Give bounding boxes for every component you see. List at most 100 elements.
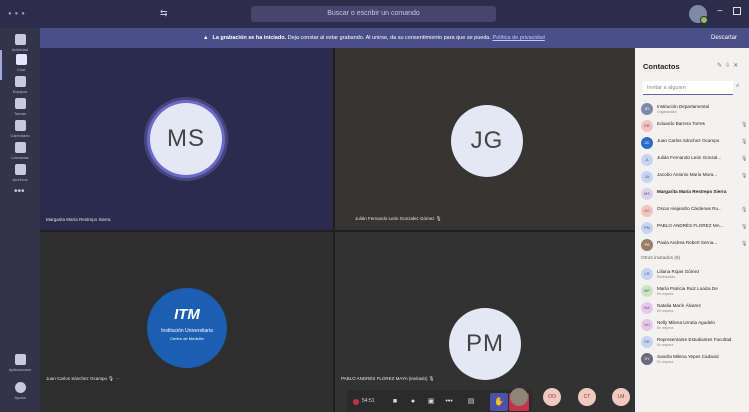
tasks-icon — [14, 98, 26, 109]
search-input[interactable]: Buscar o escribir un comando — [251, 6, 496, 22]
list-item[interactable]: NA Natalia Marín Álvarez En espera — [635, 299, 749, 316]
compose-icon[interactable]: ⇆ — [160, 8, 168, 19]
privacy-link[interactable]: Política de privacidad — [493, 35, 545, 41]
rail-item-help[interactable]: Ayuda — [0, 378, 40, 408]
list-item[interactable]: ID Institución Departamental Organizador — [635, 100, 749, 117]
minimize-icon[interactable]: − — [717, 6, 723, 17]
recording-banner: ▲ La grabación se ha iniciado. Deja const… — [40, 28, 749, 48]
participant-name: Juan Carlos Sánchez Ocampo 🎙 ··· — [46, 376, 120, 381]
list-item[interactable]: NU Nelly Milena Urrutia Agudelo En esper… — [635, 316, 749, 333]
mic-muted-icon: 🎙 — [741, 122, 748, 128]
bell-icon — [14, 34, 26, 45]
calendar-icon — [14, 120, 26, 131]
list-item[interactable]: JL Julián Fernando León Gonzal... 🎙 — [635, 151, 749, 168]
list-item[interactable]: RE Representante Estudiantes Facultad En… — [635, 333, 749, 350]
list-item[interactable]: JC Juan Carlos Sánchez Ocampo 🎙 — [635, 134, 749, 151]
chat-icon[interactable]: ▤ — [465, 396, 477, 408]
meeting-stage: MS Margarita María Restrepo Sierra JG Ju… — [40, 48, 635, 412]
teams-icon — [14, 76, 26, 87]
add-person-icon[interactable]: ⌕ — [736, 83, 739, 90]
title-bar: ●●● ⇆ Buscar o escribir un comando − — [0, 0, 749, 28]
overflow-avatar[interactable]: OO — [543, 388, 561, 406]
avatar: JL — [641, 154, 653, 166]
list-item[interactable]: LR Liliana Rojas Gómez Rechazado — [635, 265, 749, 282]
avatar: RE — [641, 336, 653, 348]
list-item[interactable]: OC Oscar Alejandro Cárdenas Ru... 🎙 — [635, 202, 749, 219]
avatar: JC — [641, 137, 653, 149]
participant-avatar: JG — [451, 105, 523, 177]
list-item[interactable]: MP María Patricia Ruiz Loaiza De En espe… — [635, 282, 749, 299]
more-actions-icon[interactable]: ••• — [443, 396, 455, 408]
list-item[interactable]: PA Paula Andrea Robert Serna... 🎙 — [635, 236, 749, 253]
panel-actions: ✎⇩✕ — [717, 62, 741, 69]
share-icon[interactable]: ▣ — [425, 396, 437, 408]
camera-icon[interactable]: ■ — [389, 396, 401, 408]
more-icon[interactable]: ··· — [115, 376, 120, 381]
avatar: NA — [641, 302, 653, 314]
avatar: LR — [641, 268, 653, 280]
teams-window: ●●● ⇆ Buscar o escribir un comando − Act… — [0, 0, 749, 412]
contacts-panel: Contactos ✎⇩✕ Invitar a alguien ⌕ ID Ins… — [635, 48, 749, 412]
overflow-avatar[interactable] — [510, 388, 528, 406]
mic-muted-icon: 🎙 — [741, 241, 748, 247]
participant-tile[interactable]: MS Margarita María Restrepo Sierra — [40, 48, 333, 230]
avatar: MP — [641, 285, 653, 297]
participant-name: Julián Fernando León Gonzalez Gómez 🎙 — [355, 216, 442, 221]
avatar: NU — [641, 319, 653, 331]
recording-icon — [353, 399, 359, 405]
warning-icon: ▲ — [203, 35, 209, 41]
maximize-icon[interactable] — [733, 7, 741, 15]
link-icon[interactable]: ✎ — [717, 63, 725, 69]
avatar: JA — [641, 171, 653, 183]
files-icon — [14, 164, 26, 175]
app-rail: Actividad Chat Equipos Tareas Calendario… — [0, 28, 40, 412]
avatar: EB — [641, 120, 653, 132]
avatar: PM — [641, 222, 653, 234]
participant-list: ID Institución Departamental Organizador… — [635, 100, 749, 367]
avatar: MS — [641, 188, 653, 200]
mic-muted-icon: 🎙 — [741, 224, 748, 230]
mic-muted-icon: 🎙 — [435, 216, 442, 221]
more-apps-icon[interactable]: ••• — [14, 186, 25, 197]
list-item[interactable]: SY Sandra Milena Yepes Cadavid En espera — [635, 350, 749, 367]
participant-name: Margarita María Restrepo Sierra — [46, 217, 111, 222]
banner-text: ▲ La grabación se ha iniciado. Deja const… — [203, 35, 545, 41]
participant-tile[interactable]: PM PABLO ANDRÉS FLOREZ MAYA (Invitado) 🎙 — [335, 232, 635, 412]
avatar: OC — [641, 205, 653, 217]
call-timer: 54:51 — [362, 398, 375, 404]
dismiss-button[interactable]: Descartar — [711, 32, 737, 44]
overflow-avatar[interactable]: CT — [578, 388, 596, 406]
invite-search-input[interactable]: Invitar a alguien — [643, 81, 733, 95]
participant-avatar: PM — [449, 308, 521, 380]
participant-avatar: MS — [150, 103, 222, 175]
mic-icon[interactable]: ● — [407, 396, 419, 408]
mic-muted-icon: 🎙 — [741, 173, 748, 179]
list-item[interactable]: MS Margarita María Restrepo Sierra — [635, 185, 749, 202]
avatar: PA — [641, 239, 653, 251]
avatar: ID — [641, 103, 653, 115]
profile-avatar[interactable] — [689, 5, 708, 24]
rail-item-apps[interactable]: Aplicaciones — [0, 350, 40, 380]
phone-icon — [14, 142, 26, 153]
avatar: SY — [641, 353, 653, 365]
itm-logo: ITM Institución Universitaria Centro de … — [147, 288, 227, 368]
window-dots-icon: ●●● — [8, 11, 28, 17]
participant-tile[interactable]: JG Julián Fernando León Gonzalez Gómez 🎙 — [335, 48, 635, 230]
call-controls: 54:51 ■ ● ▣ ••• ▤ ✋ ☎ — [347, 390, 532, 412]
chat-icon — [15, 54, 27, 65]
overflow-avatar[interactable]: LM — [612, 388, 630, 406]
list-item[interactable]: JA Jacobo Antonio María Mora... 🎙 — [635, 168, 749, 185]
download-icon[interactable]: ⇩ — [725, 63, 733, 69]
list-item[interactable]: PM PABLO ANDRÉS FLOREZ MA... 🎙 — [635, 219, 749, 236]
mic-muted-icon: 🎙 — [741, 139, 748, 145]
panel-title: Contactos — [643, 62, 680, 71]
list-item[interactable]: EB Eduardo Barrera Torres 🎙 — [635, 117, 749, 134]
participant-tile[interactable]: ITM Institución Universitaria Centro de … — [40, 232, 333, 412]
others-section-header[interactable]: Otros invitados (6) — [635, 253, 749, 265]
mic-muted-icon: 🎙 — [428, 376, 435, 381]
mic-muted-icon: 🎙 — [741, 156, 748, 162]
help-icon — [14, 382, 26, 393]
close-icon[interactable]: ✕ — [733, 63, 741, 69]
raise-hand-button[interactable]: ✋ — [490, 393, 508, 411]
apps-icon — [14, 354, 26, 365]
